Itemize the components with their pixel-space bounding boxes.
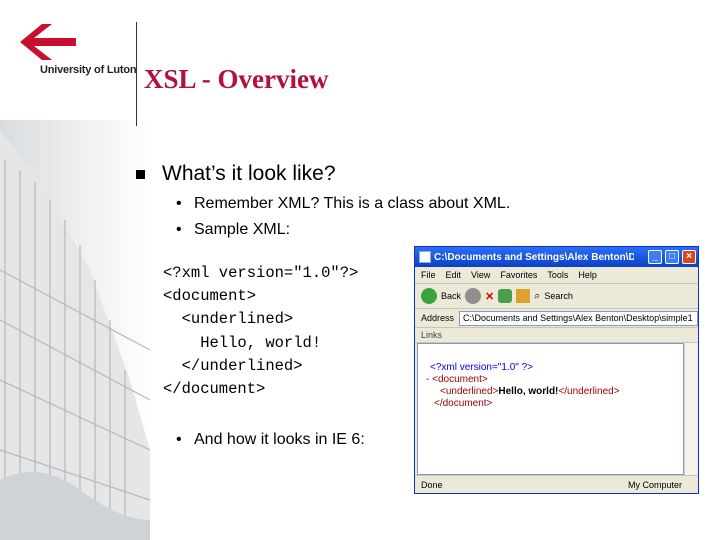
xml-tag: </document> — [434, 398, 493, 409]
sub-bullet-text: Remember XML? This is a class about XML. — [194, 195, 511, 212]
ie-menubar: File Edit View Favorites Tools Help — [415, 267, 698, 284]
bullet-dot-icon: • — [176, 431, 182, 448]
scrollbar — [684, 343, 697, 475]
xml-tag: <underlined> — [440, 386, 499, 397]
code-line: <underlined> — [163, 310, 294, 329]
address-field: C:\Documents and Settings\Alex Benton\De… — [459, 310, 698, 326]
minimize-icon: _ — [648, 250, 662, 264]
sub-bullet-text: Sample XML: — [194, 221, 291, 238]
building-photo — [0, 120, 150, 540]
menu-edit: Edit — [445, 270, 462, 280]
refresh-icon — [498, 289, 513, 303]
search-label: Search — [544, 291, 573, 301]
menu-favorites: Favorites — [500, 270, 538, 280]
slide-title: XSL - Overview — [144, 64, 329, 94]
zone-text: My Computer — [627, 479, 682, 490]
university-logo-icon — [20, 24, 76, 60]
stop-icon: ✕ — [485, 290, 495, 303]
ie-rendered-xml: <?xml version="1.0" ?> - <document> <und… — [417, 343, 684, 475]
code-line: </underlined> — [163, 356, 303, 375]
sub-bullet: • Remember XML? This is a class about XML… — [176, 195, 510, 213]
sub-bullet: • And how it looks in IE 6: — [176, 431, 365, 449]
menu-help: Help — [578, 270, 597, 280]
ie-address-bar: Address C:\Documents and Settings\Alex B… — [415, 309, 698, 328]
links-bar: Links — [415, 328, 698, 343]
maximize-icon: □ — [665, 250, 679, 264]
header-divider — [136, 22, 137, 126]
bullet-dot-icon: • — [176, 221, 182, 238]
xml-tag: </underlined> — [558, 386, 620, 397]
code-line: <document> — [163, 287, 257, 306]
code-line: Hello, world! — [163, 333, 322, 352]
menu-file: File — [421, 270, 436, 280]
bullet-dot-icon: • — [176, 195, 182, 212]
xml-code-sample: <?xml version="1.0"?> <document> <underli… — [163, 262, 358, 401]
collapse-marker: - — [426, 374, 430, 385]
university-name: University of Luton — [40, 64, 137, 76]
ie-statusbar: Done My Computer — [415, 475, 698, 493]
back-label: Back — [441, 291, 462, 301]
sub-bullet-text: And how it looks in IE 6: — [194, 431, 365, 448]
back-arrow-icon — [421, 288, 437, 304]
address-label: Address — [421, 313, 455, 323]
search-icon: ⌕ — [534, 289, 541, 302]
forward-arrow-icon — [465, 288, 482, 304]
home-icon — [516, 289, 531, 303]
ie-toolbar: Back ✕ ⌕ Search — [415, 284, 698, 309]
xml-tag: <document> — [432, 374, 488, 385]
menu-tools: Tools — [547, 270, 569, 280]
bullet-square-icon — [136, 170, 145, 179]
main-bullet: What’s it look like? — [162, 162, 336, 185]
ie-window-screenshot: C:\Documents and Settings\Alex Benton\De… — [414, 246, 699, 494]
document-icon — [419, 251, 431, 263]
close-icon: × — [682, 250, 696, 264]
xml-declaration: <?xml version="1.0" ?> — [430, 362, 533, 373]
ie-titlebar: C:\Documents and Settings\Alex Benton\De… — [415, 247, 698, 267]
menu-view: View — [471, 270, 491, 280]
status-text: Done — [421, 479, 443, 490]
code-line: <?xml version="1.0"?> — [163, 264, 359, 282]
ie-window-title: C:\Documents and Settings\Alex Benton\De… — [434, 251, 634, 263]
code-line: </document> — [163, 380, 266, 399]
sub-bullet: • Sample XML: — [176, 221, 290, 239]
xml-text: Hello, world! — [498, 386, 559, 397]
